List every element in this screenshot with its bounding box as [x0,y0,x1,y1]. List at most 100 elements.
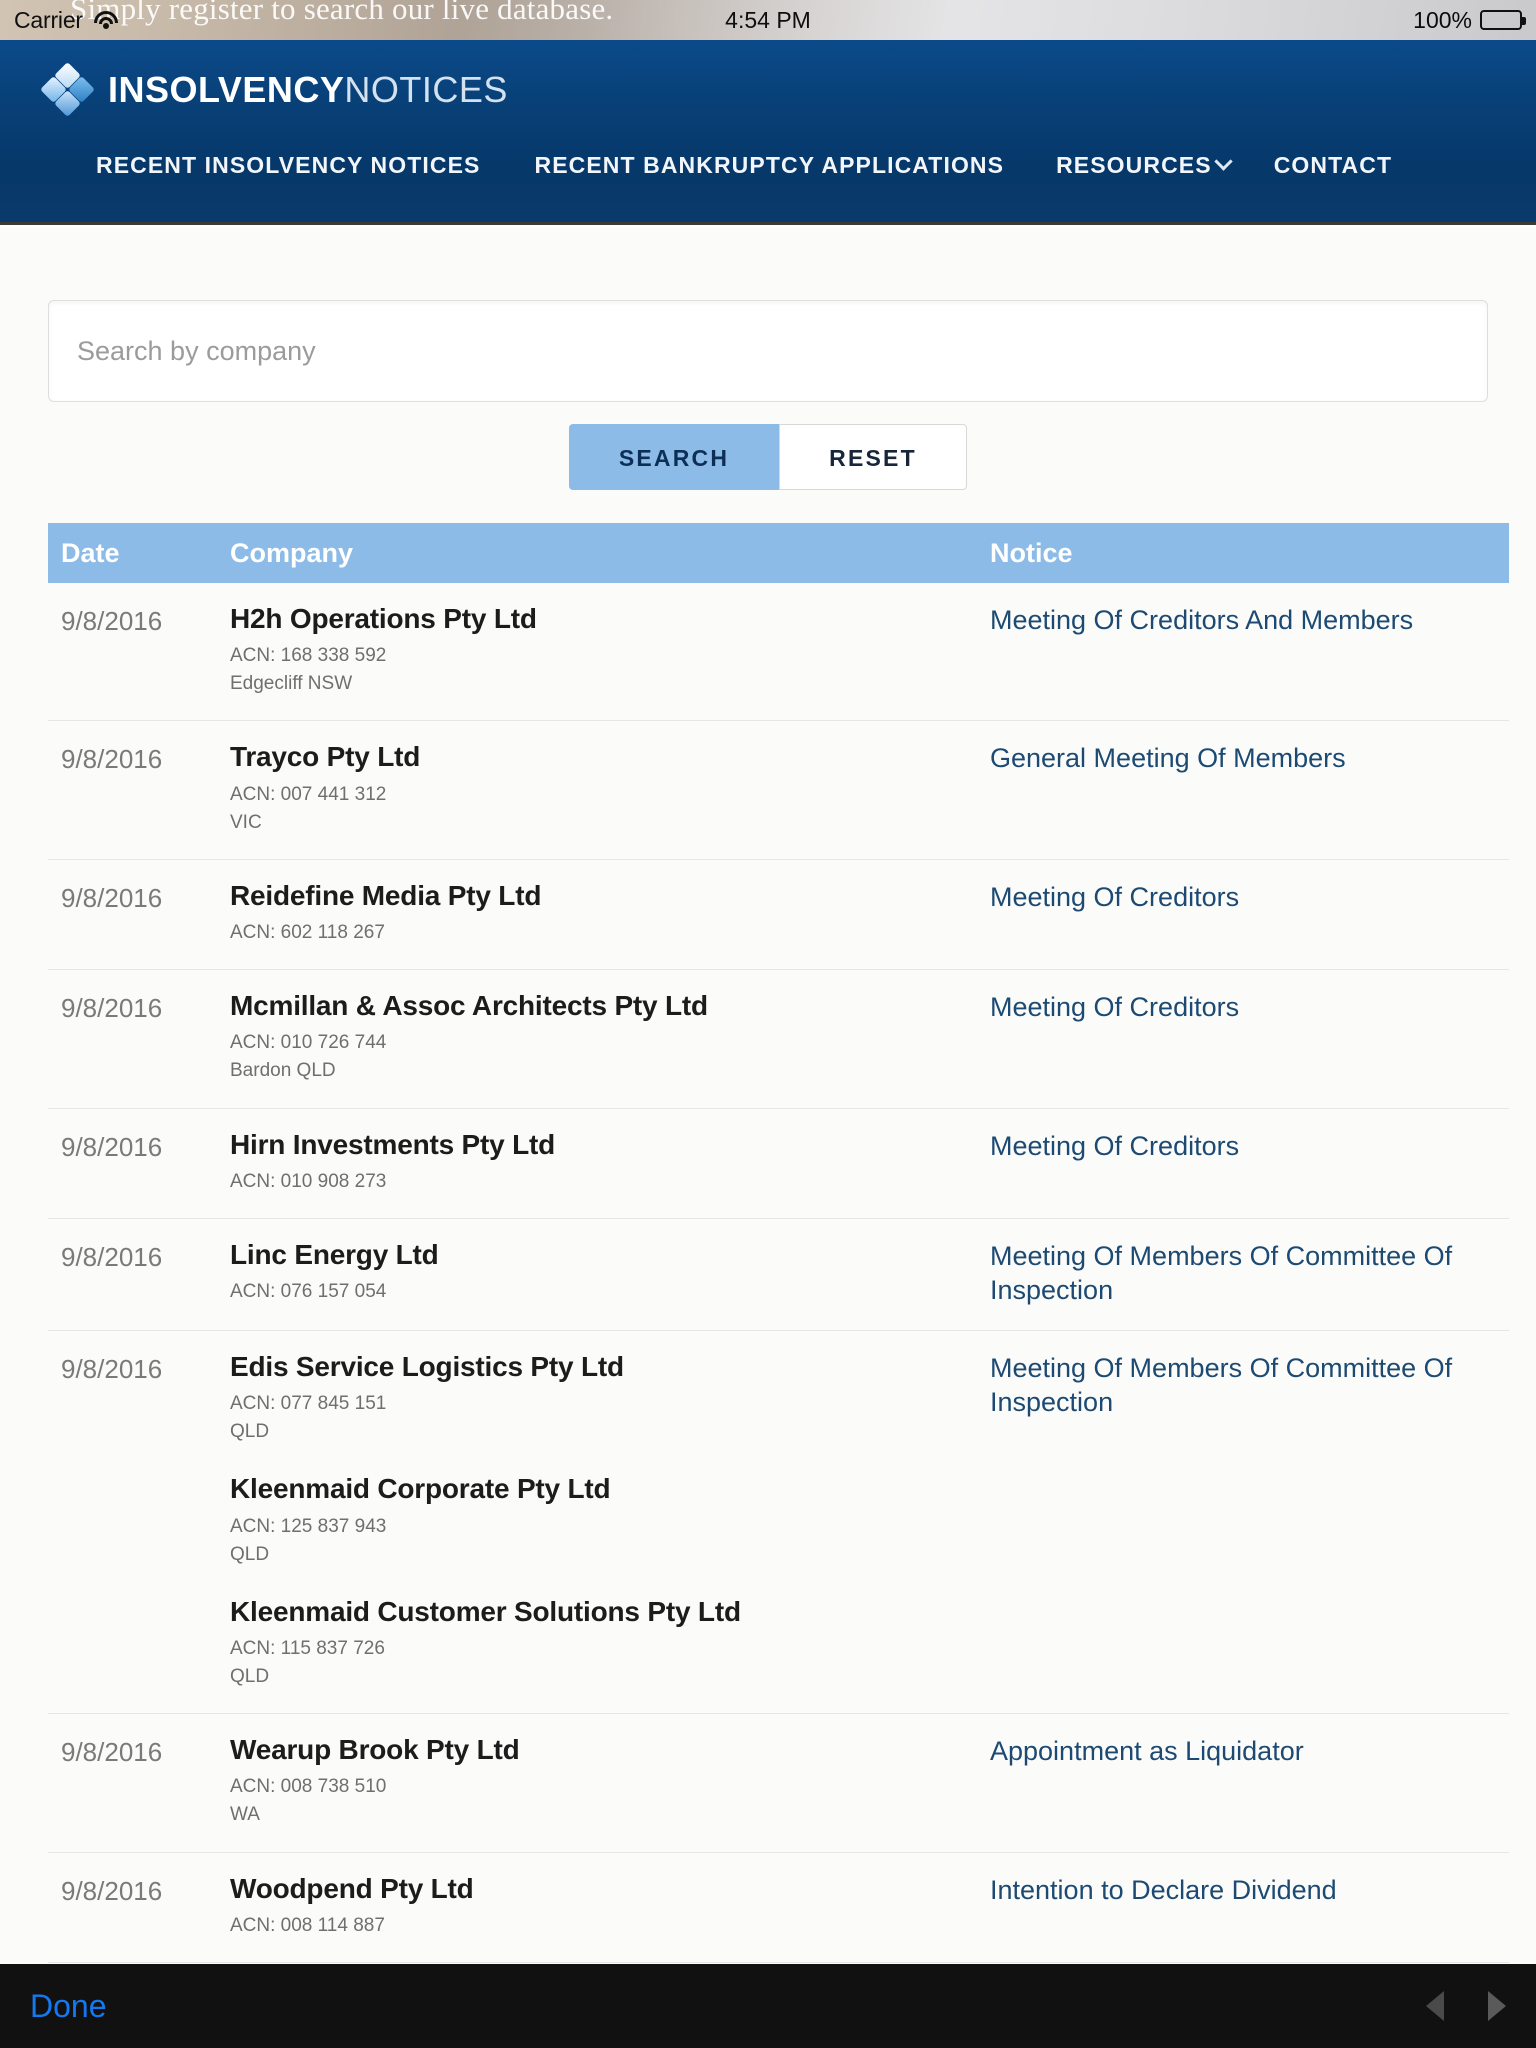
company-meta: ACN: 008 738 510 WA [230,1773,990,1829]
battery-percent-label: 100% [1413,6,1472,33]
reset-button[interactable]: RESET [779,424,967,490]
cell-date: 9/8/2016 [61,993,163,1024]
company-meta: ACN: 602 118 267 [230,919,990,947]
cell-notice: Appointment as Liquidator [990,1734,1509,1829]
chevron-down-icon [1213,152,1233,171]
notice-link[interactable]: Meeting Of Creditors [990,1129,1239,1164]
cell-company: Hirn Investments Pty Ltd ACN: 010 908 273 [230,1129,990,1196]
company-name: Hirn Investments Pty Ltd [230,1128,556,1160]
cell-date: 9/8/2016 [61,744,163,775]
cell-notice: Meeting Of Members Of Committee Of Inspe… [990,1351,1509,1691]
main-navigation: RECENT INSOLVENCY NOTICES RECENT BANKRUP… [0,152,1536,179]
search-input[interactable] [48,300,1488,402]
cell-company: Wearup Brook Pty Ltd ACN: 008 738 510 WA [230,1734,990,1829]
company-location: VIC [230,811,262,833]
company-name: Reidefine Media Pty Ltd [230,879,542,911]
company-location: Bardon QLD [230,1060,336,1082]
company-name: Mcmillan & Assoc Architects Pty Ltd [230,990,708,1022]
company-location: WA [230,1804,260,1826]
company-entry: Kleenmaid Customer Solutions Pty Ltd ACN:… [230,1596,990,1691]
company-acn: ACN: 010 908 273 [230,1170,387,1192]
table-row: 9/8/2016 Woodpend Pty Ltd ACN: 008 114 887… [48,1853,1509,1963]
cell-company: Edis Service Logistics Pty Ltd ACN: 077 8… [230,1351,990,1691]
page-content: SEARCH RESET Date Company Notice 9/8/201… [0,228,1536,2048]
company-name: Wearup Brook Pty Ltd [230,1734,520,1766]
cell-company: Trayco Pty Ltd ACN: 007 441 312 VIC [230,741,990,836]
table-row: 9/8/2016 Reidefine Media Pty Ltd ACN: 602 … [48,860,1509,971]
cell-date: 9/8/2016 [61,1875,163,1906]
company-entry: H2h Operations Pty Ltd ACN: 168 338 592 Ed… [230,603,990,698]
company-meta: ACN: 168 338 592 Edgecliff NSW [230,642,990,698]
company-entry: Woodpend Pty Ltd ACN: 008 114 887 [230,1873,990,1940]
cell-company: Mcmillan & Assoc Architects Pty Ltd ACN: … [230,990,990,1085]
logo-wordmark-light: NOTICES [344,69,508,110]
notice-link[interactable]: Meeting Of Members Of Committee Of Inspe… [990,1351,1499,1420]
company-acn: ACN: 076 157 054 [230,1281,387,1302]
notice-link[interactable]: Meeting Of Members Of Committee Of Inspe… [990,1239,1499,1308]
nav-item-contact[interactable]: CONTACT [1274,152,1392,179]
column-header-notice: Notice [990,537,1073,568]
site-logo[interactable]: INSOLVENCYNOTICES [40,62,508,117]
cell-date: 9/8/2016 [61,606,163,636]
column-header-date: Date [61,537,120,568]
company-meta: ACN: 076 157 054 [230,1278,990,1306]
chevron-right-icon[interactable] [1488,1991,1506,2021]
company-name: Kleenmaid Corporate Pty Ltd [230,1473,611,1505]
cell-notice: Meeting Of Creditors And Members [990,603,1509,698]
company-acn: ACN: 008 738 510 [230,1776,387,1798]
table-row: 9/8/2016 Wearup Brook Pty Ltd ACN: 008 738… [48,1714,1509,1853]
company-name: Linc Energy Ltd [230,1238,439,1270]
company-entry: Linc Energy Ltd ACN: 076 157 054 [230,1239,990,1306]
company-name: Woodpend Pty Ltd [230,1872,474,1904]
search-button[interactable]: SEARCH [569,424,779,490]
notice-link[interactable]: Meeting Of Creditors And Members [990,603,1413,638]
company-entry: Mcmillan & Assoc Architects Pty Ltd ACN: … [230,990,990,1085]
notice-link[interactable]: Intention to Declare Dividend [990,1873,1337,1908]
company-meta: ACN: 010 908 273 [230,1168,990,1196]
company-meta: ACN: 125 837 943 QLD [230,1513,990,1569]
clock-label: 4:54 PM [725,6,811,33]
insolvency-diamond-logo-icon [40,62,95,117]
notice-link[interactable]: Appointment as Liquidator [990,1734,1304,1769]
table-row: 9/8/2016 Trayco Pty Ltd ACN: 007 441 312 VI… [48,721,1509,860]
company-acn: ACN: 007 441 312 [230,783,387,805]
done-button[interactable]: Done [30,1988,107,2025]
company-meta: ACN: 008 114 887 [230,1912,990,1940]
company-name: Edis Service Logistics Pty Ltd [230,1350,624,1382]
keyboard-accessory-bar: Done [0,1964,1536,2048]
company-acn: ACN: 115 837 726 [230,1637,385,1659]
cell-notice: Meeting Of Creditors [990,880,1509,947]
cell-notice: General Meeting Of Members [990,741,1509,836]
search-button-row: SEARCH RESET [48,424,1488,490]
chevron-left-icon[interactable] [1426,1991,1444,2021]
field-navigation-arrows [1426,1991,1506,2021]
cell-company: Linc Energy Ltd ACN: 076 157 054 [230,1239,990,1308]
logo-wordmark: INSOLVENCYNOTICES [108,72,508,108]
battery-icon [1480,10,1526,30]
cell-notice: Intention to Declare Dividend [990,1873,1509,1940]
notice-link[interactable]: Meeting Of Creditors [990,880,1239,915]
logo-wordmark-bold: INSOLVENCY [108,69,345,110]
company-acn: ACN: 077 845 151 [230,1393,387,1415]
nav-item-recent-insolvency-notices[interactable]: RECENT INSOLVENCY NOTICES [96,152,480,179]
cell-company: Woodpend Pty Ltd ACN: 008 114 887 [230,1873,990,1940]
notice-link[interactable]: General Meeting Of Members [990,741,1346,776]
cell-date: 9/8/2016 [61,1241,163,1272]
company-acn: ACN: 010 726 744 [230,1032,387,1054]
company-meta: ACN: 077 845 151 QLD [230,1390,990,1446]
company-meta: ACN: 115 837 726 QLD [230,1635,990,1691]
nav-item-recent-bankruptcy-applications[interactable]: RECENT BANKRUPTCY APPLICATIONS [534,152,1004,179]
table-row: 9/8/2016 Edis Service Logistics Pty Ltd AC… [48,1331,1509,1715]
app-screen: Simply register to search our live datab… [0,0,1536,2048]
table-body: 9/8/2016 H2h Operations Pty Ltd ACN: 168 3… [48,583,1509,2048]
company-entry: Wearup Brook Pty Ltd ACN: 008 738 510 WA [230,1734,990,1829]
company-name: H2h Operations Pty Ltd [230,603,537,634]
company-location: QLD [230,1666,270,1688]
table-header-row: Date Company Notice [48,523,1509,583]
company-entry: Kleenmaid Corporate Pty Ltd ACN: 125 837 … [230,1473,990,1568]
nav-item-resources[interactable]: RESOURCES [1056,152,1233,179]
site-header: INSOLVENCYNOTICES RECENT INSOLVENCY NOTI… [0,40,1536,225]
cell-date: 9/8/2016 [61,1353,163,1384]
company-entry: Hirn Investments Pty Ltd ACN: 010 908 273 [230,1129,990,1196]
notice-link[interactable]: Meeting Of Creditors [990,990,1239,1025]
